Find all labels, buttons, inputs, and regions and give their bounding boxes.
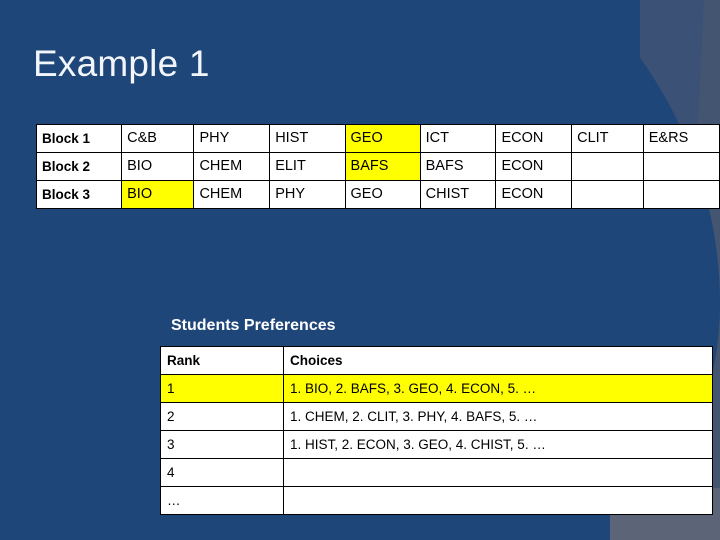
preference-rank-cell: 3 — [160, 430, 284, 459]
block-subject-cell: CHEM — [193, 152, 271, 181]
blocks-table: Block 1 C&B PHY HIST GEO ICT ECON CLIT E&RS Block… — [35, 124, 720, 209]
block-subject-cell: ECON — [495, 152, 573, 181]
block-subject-cell: CLIT — [571, 124, 644, 153]
block-subject-cell: PHY — [269, 180, 346, 209]
table-row: 2 1. CHEM, 2. CLIT, 3. PHY, 4. BAFS, 5. … — [160, 402, 713, 431]
table-row: 3 1. HIST, 2. ECON, 3. GEO, 4. CHIST, 5. … — [160, 430, 713, 459]
block-row-label: Block 3 — [35, 180, 123, 209]
blocks-table-body: Block 1 C&B PHY HIST GEO ICT ECON CLIT E&RS Block… — [35, 124, 720, 209]
block-subject-cell: GEO — [344, 124, 421, 153]
slide: Example 1 Block 1 C&B PHY HIST GEO ICT ECON CLI… — [0, 0, 720, 540]
block-subject-cell: BIO — [121, 152, 195, 181]
page-title: Example 1 — [33, 43, 210, 84]
block-subject-cell: ECON — [495, 124, 573, 153]
block-subject-cell: ECON — [495, 180, 573, 209]
block-subject-cell: BAFS — [344, 152, 421, 181]
preference-choices-cell: 1. BIO, 2. BAFS, 3. GEO, 4. ECON, 5. … — [283, 374, 713, 403]
block-subject-cell — [642, 180, 720, 209]
preferences-column-header: Choices — [283, 346, 713, 375]
block-subject-cell: HIST — [269, 124, 346, 153]
block-subject-cell: GEO — [344, 180, 421, 209]
preference-choices-cell: 1. HIST, 2. ECON, 3. GEO, 4. CHIST, 5. … — [283, 430, 713, 459]
table-row: Block 1 C&B PHY HIST GEO ICT ECON CLIT E&RS — [35, 124, 720, 153]
table-row: Block 2 BIO CHEM ELIT BAFS BAFS ECON — [35, 152, 720, 181]
preference-rank-cell: … — [160, 486, 284, 515]
preference-choices-cell: 1. CHEM, 2. CLIT, 3. PHY, 4. BAFS, 5. … — [283, 402, 713, 431]
block-row-label: Block 2 — [35, 152, 123, 181]
block-subject-cell: BIO — [121, 180, 195, 209]
table-row: Block 3 BIO CHEM PHY GEO CHIST ECON — [35, 180, 720, 209]
block-subject-cell: E&RS — [642, 124, 720, 153]
block-subject-cell: ICT — [419, 124, 497, 153]
preferences-table-body: Rank Choices 1 1. BIO, 2. BAFS, 3. GEO, 4. … — [160, 346, 713, 515]
table-row: … — [160, 486, 713, 515]
block-subject-cell — [642, 152, 720, 181]
preference-choices-cell — [283, 486, 713, 515]
block-subject-cell: CHEM — [193, 180, 271, 209]
block-subject-cell: BAFS — [419, 152, 497, 181]
block-row-label: Block 1 — [35, 124, 123, 153]
block-subject-cell — [571, 152, 644, 181]
preference-rank-cell: 1 — [160, 374, 284, 403]
preference-rank-cell: 4 — [160, 458, 284, 487]
block-subject-cell: ELIT — [269, 152, 346, 181]
table-row: 1 1. BIO, 2. BAFS, 3. GEO, 4. ECON, 5. … — [160, 374, 713, 403]
table-header-row: Rank Choices — [160, 346, 713, 375]
preference-rank-cell: 2 — [160, 402, 284, 431]
preferences-column-header: Rank — [160, 346, 284, 375]
block-subject-cell — [571, 180, 644, 209]
block-subject-cell: CHIST — [419, 180, 497, 209]
preference-choices-cell — [283, 458, 713, 487]
block-subject-cell: C&B — [121, 124, 195, 153]
preferences-heading: Students Preferences — [171, 317, 336, 334]
table-row: 4 — [160, 458, 713, 487]
block-subject-cell: PHY — [193, 124, 271, 153]
preferences-table: Rank Choices 1 1. BIO, 2. BAFS, 3. GEO, 4. … — [160, 346, 713, 515]
